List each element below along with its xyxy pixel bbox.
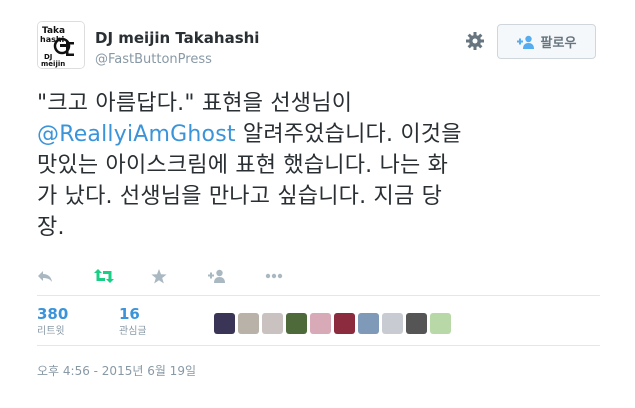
avatar-text-4: meijin — [41, 60, 65, 68]
favorite-stat[interactable]: 16 관심글 — [119, 305, 147, 339]
person-add-icon — [516, 35, 534, 49]
tweet-text-line-5: 장. — [37, 215, 65, 240]
favoriters-avatars — [214, 313, 451, 334]
favorite-button[interactable] — [151, 266, 208, 286]
follow-button-label: 팔로우 — [540, 36, 577, 51]
tweet-text-line-3: 맛있는 아이스크림에 표현 했습니다. 나는 화 — [37, 153, 449, 178]
retweet-label: 리트윗 — [37, 326, 65, 337]
avatar[interactable]: Taka hashi DJ meijin — [37, 21, 85, 69]
tweet-text-line-2-rest: 알려주었습니다. 이것을 — [235, 122, 462, 147]
tweet-timestamp[interactable]: 오후 4:56 - 2015년 6월 19일 — [37, 362, 196, 379]
tweet-text-line-2: @ReallyiAmGhost 알려주었습니다. 이것을 — [37, 119, 617, 150]
tweet-text-line-1: "크고 아름답다." 표현을 선생님이 — [37, 91, 353, 116]
person-add-icon — [208, 269, 225, 283]
retweet-icon — [94, 269, 114, 283]
favoriter-avatar[interactable] — [334, 313, 355, 334]
favoriter-avatar[interactable] — [358, 313, 379, 334]
star-icon — [151, 268, 167, 283]
favoriter-avatar[interactable] — [310, 313, 331, 334]
favoriter-avatar[interactable] — [406, 313, 427, 334]
retweet-button[interactable] — [94, 266, 151, 286]
favoriter-avatar[interactable] — [286, 313, 307, 334]
follow-button[interactable]: 팔로우 — [497, 24, 596, 59]
author-username[interactable]: @FastButtonPress — [95, 52, 212, 67]
favoriter-avatar[interactable] — [238, 313, 259, 334]
tweet-card: Taka hashi DJ meijin DJ meijin Takahashi… — [0, 0, 635, 408]
retweet-stat[interactable]: 380 리트윗 — [37, 305, 68, 339]
more-button[interactable] — [265, 266, 322, 286]
reply-icon — [38, 271, 52, 282]
tweet-text-line-4: 가 났다. 선생님을 만나고 싶습니다. 지금 당 — [37, 184, 443, 209]
mention-link[interactable]: @ReallyiAmGhost — [37, 122, 236, 147]
author-fullname[interactable]: DJ meijin Takahashi — [95, 29, 259, 47]
follow-user-button[interactable] — [208, 266, 265, 286]
favorite-count: 16 — [119, 305, 140, 323]
favoriter-avatar[interactable] — [214, 313, 235, 334]
favoriter-avatar[interactable] — [430, 313, 451, 334]
ellipsis-icon — [265, 273, 283, 279]
favoriter-avatar[interactable] — [262, 313, 283, 334]
gear-icon[interactable] — [465, 31, 485, 51]
retweet-count: 380 — [37, 305, 69, 323]
tweet-actions — [37, 266, 322, 286]
reply-button[interactable] — [37, 266, 94, 286]
favorite-label: 관심글 — [119, 326, 147, 337]
favoriter-avatar[interactable] — [382, 313, 403, 334]
divider-bottom — [37, 345, 600, 346]
divider-top — [37, 295, 600, 296]
tweet-text: "크고 아름답다." 표현을 선생님이 @ReallyiAmGhost 알려주었… — [37, 88, 617, 243]
